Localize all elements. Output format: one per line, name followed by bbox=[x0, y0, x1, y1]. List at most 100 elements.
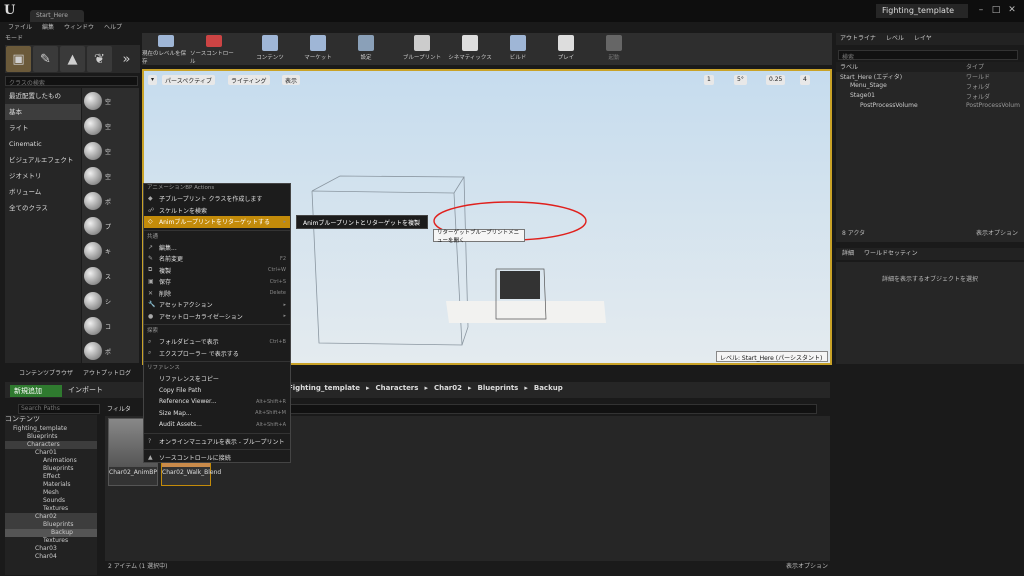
foliage-mode-icon[interactable]: ❦ bbox=[87, 46, 112, 72]
list-item[interactable]: キ bbox=[84, 239, 137, 263]
category-lights[interactable]: ライト bbox=[5, 120, 81, 136]
menu-help[interactable]: ヘルプ bbox=[104, 22, 122, 32]
menu-item[interactable]: Reference Viewer... Alt+Shift+R bbox=[144, 396, 290, 408]
perspective-button[interactable]: パースペクティブ bbox=[162, 75, 215, 85]
category-cinematic[interactable]: Cinematic bbox=[5, 136, 81, 152]
breadcrumb-item[interactable]: Fighting_template bbox=[288, 384, 360, 396]
tab-content-browser[interactable]: コンテンツブラウザ bbox=[19, 368, 73, 378]
menu-edit[interactable]: 編集 bbox=[42, 22, 54, 32]
menu-item[interactable]: Audit Assets... Alt+Shift+A bbox=[144, 419, 290, 431]
category-volumes[interactable]: ボリューム bbox=[5, 184, 81, 200]
tree-item[interactable]: Mesh bbox=[5, 489, 97, 497]
menu-item[interactable]: ⌕ エクスプローラー で表示する bbox=[144, 348, 290, 360]
menu-item[interactable]: 🔧 アセットアクション ▸ bbox=[144, 299, 290, 311]
list-item[interactable]: ポ bbox=[84, 339, 137, 363]
category-geometry[interactable]: ジオメトリ bbox=[5, 168, 81, 184]
tab-details[interactable]: 詳細 bbox=[842, 248, 854, 260]
tab-world-settings[interactable]: ワールドセッティン bbox=[864, 248, 918, 260]
cb-view-options[interactable]: 表示オプション bbox=[786, 561, 828, 571]
breadcrumb-item[interactable]: Backup bbox=[534, 384, 563, 396]
outliner-view-options[interactable]: 表示オプション bbox=[976, 228, 1018, 240]
breadcrumb-item[interactable]: Characters bbox=[376, 384, 419, 396]
list-item[interactable]: 空 bbox=[84, 89, 137, 113]
asset-search-input[interactable] bbox=[290, 404, 817, 414]
list-item[interactable]: 空 bbox=[84, 114, 137, 138]
list-item[interactable]: ス bbox=[84, 264, 137, 288]
menu-item[interactable]: ☍ スケルトンを検索 bbox=[144, 205, 290, 217]
tree-item[interactable]: Effect bbox=[5, 473, 97, 481]
more-modes-icon[interactable]: » bbox=[114, 46, 139, 72]
category-basic[interactable]: 基本 bbox=[5, 104, 81, 120]
show-button[interactable]: 表示 bbox=[282, 75, 301, 85]
menu-item[interactable]: Size Map... Alt+Shift+M bbox=[144, 408, 290, 420]
outliner-search-input[interactable]: 検索 bbox=[838, 50, 1018, 61]
retarget-submenu-item[interactable]: Animブループリントとリターゲットを複製 bbox=[296, 215, 428, 229]
build-button[interactable]: ビルド bbox=[494, 35, 542, 65]
tree-item[interactable]: Characters bbox=[5, 441, 97, 449]
menu-item[interactable]: ↗ 編集... bbox=[144, 242, 290, 254]
level-tab[interactable]: Start_Here bbox=[30, 10, 84, 22]
list-item[interactable]: 空 bbox=[84, 164, 137, 188]
tree-item[interactable]: Blueprints bbox=[5, 521, 97, 529]
breadcrumb-item[interactable]: Char02 bbox=[434, 384, 462, 396]
tree-item[interactable]: Blueprints bbox=[5, 465, 97, 473]
menu-window[interactable]: ウィンドウ bbox=[64, 22, 94, 32]
list-item[interactable]: Start_Here (エディタ) ワールド bbox=[836, 72, 1024, 82]
list-item[interactable]: 空 bbox=[84, 139, 137, 163]
save-level-button[interactable]: 現在のレベルを保存 bbox=[142, 35, 190, 65]
filter-button[interactable]: フィルタ bbox=[107, 404, 147, 414]
tab-outliner[interactable]: アウトライナ bbox=[840, 33, 876, 45]
class-search-input[interactable]: クラスの検索 bbox=[5, 76, 138, 87]
grid-snap-value[interactable]: 1 bbox=[704, 75, 714, 85]
menu-item[interactable]: ◆ 子ブループリント クラスを作成します bbox=[144, 193, 290, 205]
rotation-snap-value[interactable]: 5° bbox=[734, 75, 747, 85]
tree-item[interactable]: Char01 bbox=[5, 449, 97, 457]
tree-item[interactable]: Textures bbox=[5, 537, 97, 545]
list-item[interactable]: PostProcessVolume PostProcessVolum bbox=[836, 102, 1024, 112]
cinematics-button[interactable]: シネマティックス bbox=[446, 35, 494, 65]
list-item[interactable]: Menu_Stage フォルダ bbox=[836, 82, 1024, 92]
settings-button[interactable]: 設定 bbox=[342, 35, 390, 65]
import-button[interactable]: インポート bbox=[68, 385, 120, 397]
menu-item[interactable]: ✎ 名前変更 F2 bbox=[144, 253, 290, 265]
breadcrumb-item[interactable]: Blueprints bbox=[478, 384, 519, 396]
play-button[interactable]: プレイ bbox=[542, 35, 590, 65]
tab-levels[interactable]: レベル bbox=[886, 33, 904, 45]
tree-item[interactable]: Fighting_template bbox=[5, 425, 97, 433]
close-icon[interactable]: ✕ bbox=[1006, 5, 1018, 15]
marketplace-button[interactable]: マーケット bbox=[294, 35, 342, 65]
list-item[interactable]: シ bbox=[84, 289, 137, 313]
list-item[interactable]: Stage01 フォルダ bbox=[836, 92, 1024, 102]
tree-item[interactable]: Sounds bbox=[5, 497, 97, 505]
tree-item[interactable]: Backup bbox=[5, 529, 97, 537]
place-mode-icon[interactable]: ▣ bbox=[6, 46, 31, 72]
list-item[interactable]: コ bbox=[84, 314, 137, 338]
category-visual-effects[interactable]: ビジュアルエフェクト bbox=[5, 152, 81, 168]
tree-item[interactable]: Textures bbox=[5, 505, 97, 513]
tree-item[interactable]: Materials bbox=[5, 481, 97, 489]
maximize-icon[interactable]: □ bbox=[990, 5, 1002, 15]
tree-item[interactable]: Char03 bbox=[5, 545, 97, 553]
add-new-button[interactable]: 新規追加 bbox=[10, 385, 62, 397]
menu-item[interactable]: ? オンラインマニュアルを表示 - ブループリント bbox=[144, 436, 290, 448]
tab-output-log[interactable]: アウトプットログ bbox=[83, 368, 131, 378]
modes-tab[interactable]: モード bbox=[5, 33, 45, 43]
menu-item-retarget[interactable]: ◇ Animブループリントをリターゲットする ▸ bbox=[144, 216, 290, 228]
list-item[interactable]: ポ bbox=[84, 189, 137, 213]
paint-mode-icon[interactable]: ✎ bbox=[33, 46, 58, 72]
menu-item[interactable]: ▣ 保存 Ctrl+S bbox=[144, 276, 290, 288]
tree-item[interactable]: コンテンツ bbox=[5, 415, 97, 425]
menu-item[interactable]: ✕ 削除 Delete bbox=[144, 288, 290, 300]
source-control-button[interactable]: ソースコントロール bbox=[190, 35, 238, 65]
minimize-icon[interactable]: – bbox=[975, 5, 987, 15]
camera-speed-value[interactable]: 4 bbox=[800, 75, 810, 85]
tree-item[interactable]: Char02 bbox=[5, 513, 97, 521]
menu-file[interactable]: ファイル bbox=[8, 22, 32, 32]
menu-item[interactable]: ⌕ フォルダビューで表示 Ctrl+B bbox=[144, 336, 290, 348]
list-item[interactable]: プ bbox=[84, 214, 137, 238]
content-button[interactable]: コンテンツ bbox=[246, 35, 294, 65]
menu-item[interactable]: リファレンスをコピー bbox=[144, 373, 290, 385]
menu-item[interactable]: ⧉ 複製 Ctrl+W bbox=[144, 265, 290, 277]
landscape-mode-icon[interactable]: ▲ bbox=[60, 46, 85, 72]
tree-item[interactable]: Char04 bbox=[5, 553, 97, 561]
